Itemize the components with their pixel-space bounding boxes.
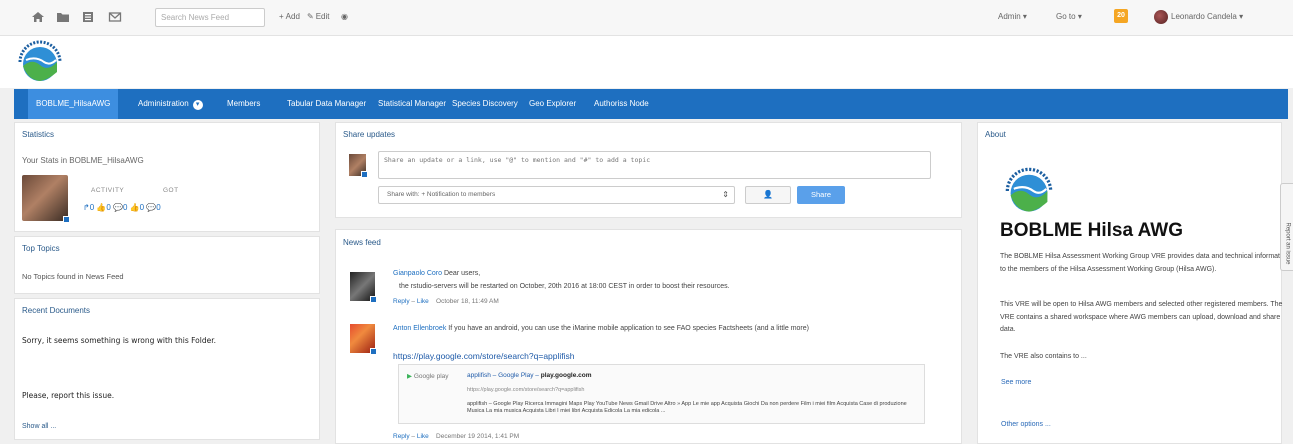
nav-item-administration[interactable]: Administration ▾ bbox=[130, 89, 211, 119]
top-topics-panel: Top Topics No Topics found in News Feed bbox=[14, 236, 320, 294]
mail-icon[interactable] bbox=[108, 10, 122, 24]
nav-item-members[interactable]: Members bbox=[219, 89, 268, 119]
about-paragraph: This VRE will be open to Hilsa AWG membe… bbox=[1000, 301, 1283, 333]
user-avatar[interactable] bbox=[1154, 10, 1168, 24]
about-title: About bbox=[985, 130, 1006, 139]
feed-post-body: the rstudio-servers will be restarted on… bbox=[399, 283, 730, 290]
post-author-link[interactable]: Gianpaolo Coro bbox=[393, 270, 442, 277]
feed-post-text: Gianpaolo Coro Dear users, bbox=[393, 270, 481, 277]
notification-badge[interactable]: 20 bbox=[1114, 9, 1128, 23]
boblme-logo bbox=[18, 40, 62, 81]
other-options-link[interactable]: Other options ... bbox=[1001, 421, 1051, 428]
share-button[interactable]: Share bbox=[797, 186, 845, 204]
avatar[interactable] bbox=[22, 175, 70, 223]
preview-title: applifish – Google Play – play.google.co… bbox=[467, 372, 592, 379]
reply-link[interactable]: Reply bbox=[393, 433, 410, 440]
caret-down-icon: ▾ bbox=[1077, 12, 1082, 21]
recent-documents-panel: Recent Documents Sorry, it seems somethi… bbox=[14, 298, 320, 440]
nav-item-authoriss-node[interactable]: Authoriss Node bbox=[586, 89, 657, 119]
nav-item-statistical-manager[interactable]: Statistical Manager bbox=[370, 89, 454, 119]
preview-description: applifish – Google Play Ricerca Immagini… bbox=[467, 401, 907, 414]
badge-icon bbox=[370, 296, 377, 303]
header-logo-area bbox=[0, 36, 1293, 88]
vre-heading: BOBLME Hilsa AWG bbox=[1000, 220, 1183, 241]
nav-item-geo-explorer[interactable]: Geo Explorer bbox=[521, 89, 584, 119]
boblme-logo bbox=[1005, 167, 1053, 212]
news-feed-panel: News feed Gianpaolo Coro Dear users, the… bbox=[335, 229, 962, 444]
user-icon[interactable]: 👤 bbox=[745, 186, 791, 204]
statistics-title: Statistics bbox=[22, 130, 55, 139]
eye-icon[interactable]: ◉ bbox=[341, 12, 348, 21]
top-toolbar: +Add ✎Edit ◉ Admin ▾ Go to ▾ 20 Leonardo… bbox=[0, 0, 1293, 36]
search-news-feed-input[interactable] bbox=[155, 8, 265, 27]
got-label: GOT bbox=[163, 187, 179, 194]
statistics-panel: Statistics Your Stats in BOBLME_HilsaAWG… bbox=[14, 122, 320, 232]
goto-dropdown[interactable]: Go to ▾ bbox=[1056, 12, 1082, 21]
folder-icon[interactable] bbox=[56, 10, 70, 24]
caret-down-icon: ▾ bbox=[1239, 12, 1244, 21]
select-arrow-icon: ⇕ bbox=[722, 190, 729, 199]
user-menu[interactable]: Leonardo Candela ▾ bbox=[1171, 12, 1243, 21]
like-link[interactable]: Like bbox=[417, 433, 429, 440]
share-with-select[interactable]: Share with: + Notification to members ⇕ bbox=[378, 186, 735, 204]
feed-post-text: Anton Ellenbroek If you have an android,… bbox=[393, 325, 809, 332]
post-meta: Reply – Like December 19 2014, 1:41 PM bbox=[393, 433, 520, 440]
news-feed-title: News feed bbox=[343, 238, 381, 247]
post-date: December 19 2014, 1:41 PM bbox=[436, 433, 520, 440]
top-topics-title: Top Topics bbox=[22, 244, 60, 253]
plus-icon: + bbox=[279, 12, 284, 21]
edit-button[interactable]: ✎ Edit bbox=[307, 12, 330, 21]
post-date: October 18, 11:49 AM bbox=[436, 298, 499, 305]
about-paragraph: The BOBLME Hilsa Assessment Working Grou… bbox=[1000, 253, 1290, 273]
activity-label: ACTIVITY bbox=[91, 187, 125, 194]
nav-item-species-discovery[interactable]: Species Discovery bbox=[444, 89, 526, 119]
avatar bbox=[349, 154, 368, 178]
home-icon[interactable] bbox=[31, 10, 45, 24]
add-button[interactable]: + Add bbox=[279, 12, 300, 21]
edit-icon: ✎ bbox=[307, 12, 314, 21]
chevron-down-icon: ▾ bbox=[192, 100, 203, 110]
folder-error-message: Sorry, it seems something is wrong with … bbox=[22, 336, 216, 345]
share-update-textarea[interactable] bbox=[378, 151, 931, 179]
google-play-logo: ▶ Google play bbox=[407, 373, 449, 380]
nav-item-boblme-hilsaawg[interactable]: BOBLME_HilsaAWG bbox=[28, 89, 119, 119]
report-issue-message: Please, report this issue. bbox=[22, 391, 115, 400]
avatar[interactable] bbox=[350, 272, 377, 303]
badge-icon bbox=[63, 216, 70, 223]
recent-documents-title: Recent Documents bbox=[22, 306, 91, 315]
top-topics-empty-text: No Topics found in News Feed bbox=[22, 272, 124, 281]
caret-down-icon: ▾ bbox=[1022, 12, 1027, 21]
shared-link[interactable]: https://play.google.com/store/search?q=a… bbox=[393, 351, 575, 361]
statistics-subtitle: Your Stats in BOBLME_HilsaAWG bbox=[22, 156, 144, 165]
badge-icon bbox=[361, 171, 368, 178]
main-nav: BOBLME_HilsaAWG Administration ▾ Members … bbox=[14, 89, 1288, 119]
about-panel: About BOBLME Hilsa AWG The BOBLME Hilsa … bbox=[977, 122, 1289, 444]
reply-link[interactable]: Reply bbox=[393, 298, 410, 305]
admin-dropdown[interactable]: Admin ▾ bbox=[998, 12, 1027, 21]
preview-url: https://play.google.com/store/search?q=a… bbox=[467, 387, 585, 393]
badge-icon bbox=[370, 348, 377, 355]
play-icon: ▶ bbox=[407, 373, 412, 380]
post-meta: Reply – Like October 18, 11:49 AM bbox=[393, 298, 499, 305]
post-author-link[interactable]: Anton Ellenbroek bbox=[393, 325, 446, 332]
like-link[interactable]: Like bbox=[417, 298, 429, 305]
report-issue-tab[interactable]: Report an issue bbox=[1280, 183, 1293, 271]
show-all-link[interactable]: Show all ... bbox=[22, 423, 56, 430]
news-icon[interactable] bbox=[81, 10, 95, 24]
share-updates-title: Share updates bbox=[343, 130, 396, 139]
nav-item-tabular-data-manager[interactable]: Tabular Data Manager bbox=[279, 89, 374, 119]
link-preview-card[interactable]: ▶ Google play applifish – Google Play – … bbox=[398, 364, 925, 424]
see-more-link[interactable]: See more bbox=[1001, 379, 1031, 386]
stats-counts[interactable]: ↱0 👍0 💬0 👍0 💬0 bbox=[83, 203, 161, 212]
avatar[interactable] bbox=[350, 324, 377, 355]
about-paragraph: The VRE also contains to ... bbox=[1000, 353, 1087, 360]
share-updates-panel: Share updates Share with: + Notification… bbox=[335, 122, 962, 218]
